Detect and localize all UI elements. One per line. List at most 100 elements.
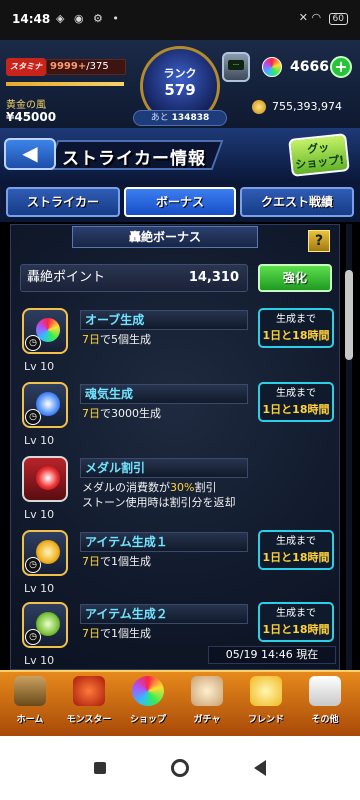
bonus-row-item1[interactable]: ◷ Lv 10 アイテム生成１ 7日で1個生成 生成まで 1日と18時間 — [16, 530, 338, 602]
updated-timestamp: 05/19 14:46 現在 — [208, 646, 336, 664]
status-right-icons: ✕ ◠ 60 — [299, 11, 348, 25]
points-value: 14,310 — [188, 270, 239, 285]
nav-other[interactable]: その他 — [297, 676, 353, 734]
monster-icon — [73, 676, 105, 706]
nav-shop[interactable]: ショップ — [120, 676, 176, 734]
bonus-icon-frame: ◷ — [22, 308, 68, 354]
nav-monster[interactable]: モンスター — [61, 676, 117, 734]
bonus-icon-frame: ◷ — [22, 530, 68, 576]
clock-icon: ◷ — [25, 629, 41, 645]
bonus-name: 魂気生成 — [80, 384, 248, 404]
nav-label: モンスター — [66, 715, 112, 725]
battery-icon: 60 — [328, 13, 348, 25]
bonus-timer-label: 生成まで — [276, 314, 316, 325]
system-nav-bar — [0, 736, 360, 800]
home-icon — [14, 676, 46, 706]
bonus-name: アイテム生成１ — [80, 532, 248, 552]
tab-bonus[interactable]: ボーナス — [124, 187, 236, 217]
nav-friend[interactable]: フレンド — [238, 676, 294, 734]
stamina-gauge — [6, 82, 124, 86]
bonus-timer: 生成まで 1日と18時間 — [258, 530, 334, 570]
bonus-level: Lv 10 — [24, 582, 55, 595]
bonus-timer: 生成まで 1日と18時間 — [258, 382, 334, 422]
stamina-max: /375 — [86, 61, 109, 72]
bonus-desc: メダルの消費数が30%割引 ストーン使用時は割引分を返却 — [82, 480, 235, 510]
wifi-icon: ✕ ◠ — [298, 11, 322, 24]
stamina-current: 9999+ — [50, 61, 87, 72]
nav-label: フレンド — [247, 715, 284, 725]
nav-home[interactable]: ホーム — [2, 676, 58, 734]
bonus-name: アイテム生成２ — [80, 604, 248, 624]
help-button[interactable]: ? — [308, 230, 330, 252]
bonus-name: オーブ生成 — [80, 310, 248, 330]
nav-gacha[interactable]: ガチャ — [179, 676, 235, 734]
bonus-level: Lv 10 — [24, 434, 55, 447]
bonus-desc-highlight: 7日 — [82, 407, 100, 420]
bonus-desc-text: で1個生成 — [100, 627, 151, 640]
recent-apps-icon[interactable] — [94, 762, 106, 774]
points-label: 轟絶ポイント — [27, 270, 106, 285]
bonus-level: Lv 10 — [24, 508, 55, 521]
bonus-timer-label: 生成まで — [276, 388, 316, 399]
bonus-row-medal[interactable]: Lv 10 メダル割引 メダルの消費数が30%割引 ストーン使用時は割引分を返却 — [16, 456, 338, 528]
status-bar: 14:48 ◈ ◉ ⚙ • ✕ ◠ 60 — [0, 0, 360, 40]
rank-next-prefix: あと — [150, 113, 169, 123]
add-orb-button[interactable]: + — [330, 56, 352, 78]
bonus-icon-frame: ◷ — [22, 382, 68, 428]
tab-striker[interactable]: ストライカー — [6, 187, 120, 217]
bonus-desc-highlight: 7日 — [82, 555, 100, 568]
bonus-desc-text: で5個生成 — [100, 333, 151, 346]
shop-orb-icon — [132, 676, 164, 706]
gacha-icon — [191, 676, 223, 706]
back-button[interactable]: ◀ — [4, 138, 56, 170]
machine-screen: --- — [228, 60, 244, 70]
bonus-name: メダル割引 — [80, 458, 248, 478]
bonus-desc-highlight: 7日 — [82, 627, 100, 640]
medal-icon — [36, 466, 60, 490]
status-time: 14:48 — [12, 12, 51, 26]
bonus-desc-text: で1個生成 — [100, 555, 151, 568]
clock-icon: ◷ — [25, 409, 41, 425]
bonus-desc-highlight: 30% — [170, 481, 195, 494]
bonus-row-spirit[interactable]: ◷ Lv 10 魂気生成 7日で3000生成 生成まで 1日と18時間 — [16, 382, 338, 454]
bonus-desc-line2: ストーン使用時は割引分を返却 — [82, 496, 236, 509]
bonus-desc: 7日で5個生成 — [82, 332, 151, 347]
rank-label: ランク — [163, 67, 197, 80]
rank-value: 579 — [164, 81, 196, 99]
bonus-timer-label: 生成まで — [276, 536, 316, 547]
status-notification-icons: ◈ ◉ ⚙ • — [56, 12, 122, 25]
bonus-timer: 生成まで 1日と18時間 — [258, 308, 334, 348]
orb-count: 4666 — [290, 59, 329, 75]
guide-shop-button[interactable]: グッ ショップ! — [288, 133, 350, 177]
bonus-timer-label: 生成まで — [276, 608, 316, 619]
bonus-desc-text: メダルの消費数が — [82, 481, 170, 494]
bonus-desc-tail: 割引 — [194, 481, 217, 494]
bonus-timer-value: 1日と18時間 — [262, 403, 330, 416]
money-value: ¥45000 — [6, 110, 57, 124]
bonus-row-orb[interactable]: ◷ Lv 10 オーブ生成 7日で5個生成 生成まで 1日と18時間 — [16, 308, 338, 380]
page-title: ストライカー情報 — [62, 149, 206, 169]
back-triangle-icon[interactable] — [254, 760, 266, 776]
bonus-timer-value: 1日と18時間 — [262, 329, 330, 342]
stamina-bar[interactable]: 9999+/375 — [46, 59, 126, 75]
back-arrow-icon: ◀ — [22, 141, 38, 165]
home-circle-icon[interactable] — [171, 759, 189, 777]
bonus-icon-frame: ◷ — [22, 602, 68, 648]
bonus-desc: 7日で1個生成 — [82, 626, 151, 641]
bonus-desc: 7日で1個生成 — [82, 554, 151, 569]
bonus-level: Lv 10 — [24, 654, 55, 667]
page-header: ◀ ストライカー情報 グッ ショップ! — [0, 128, 360, 182]
friend-icon — [250, 676, 282, 706]
bonus-timer-value: 1日と18時間 — [262, 623, 330, 636]
rank-next-value: 134838 — [171, 113, 210, 123]
power-up-button[interactable]: 強化 — [258, 264, 332, 292]
coin-count: 755,393,974 — [272, 100, 342, 113]
machine-icon[interactable]: --- — [222, 52, 250, 82]
tab-bar: ストライカー ボーナス クエスト戦績 — [0, 182, 360, 222]
nav-label: ショップ — [129, 715, 166, 725]
tab-quest-record[interactable]: クエスト戦績 — [240, 187, 354, 217]
scrollbar-thumb[interactable] — [345, 270, 353, 360]
nav-label: ホーム — [16, 715, 44, 725]
points-row: 轟絶ポイント 14,310 — [20, 264, 248, 292]
stamina-label: スタミナ — [6, 58, 46, 76]
